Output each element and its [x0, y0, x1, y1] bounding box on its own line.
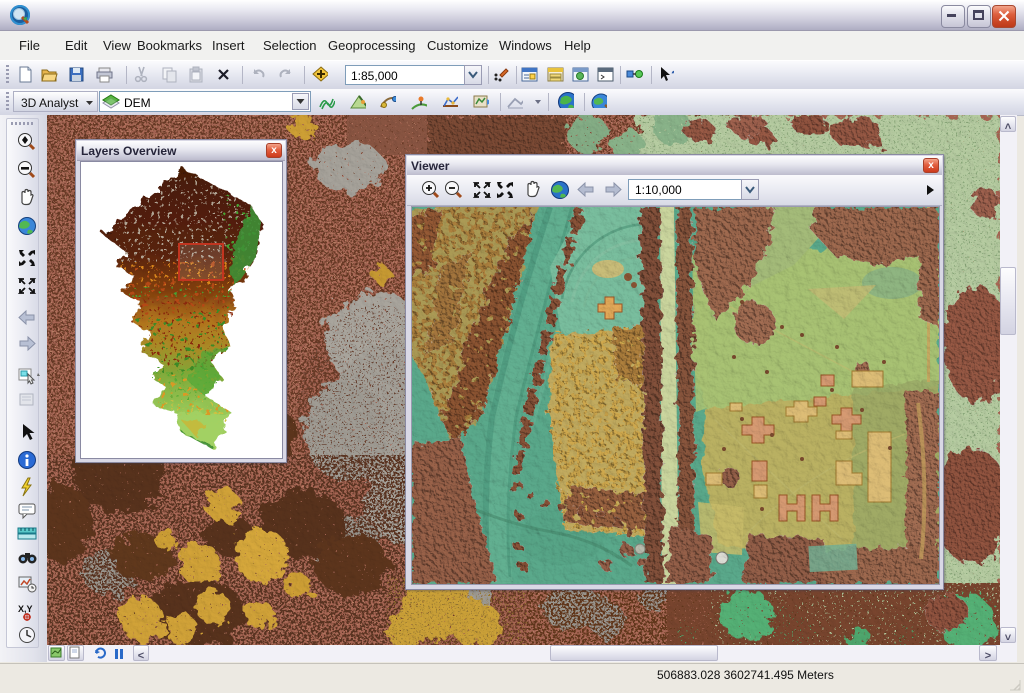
svg-text:X,Y: X,Y — [18, 604, 33, 614]
svg-text:?: ? — [671, 67, 674, 82]
